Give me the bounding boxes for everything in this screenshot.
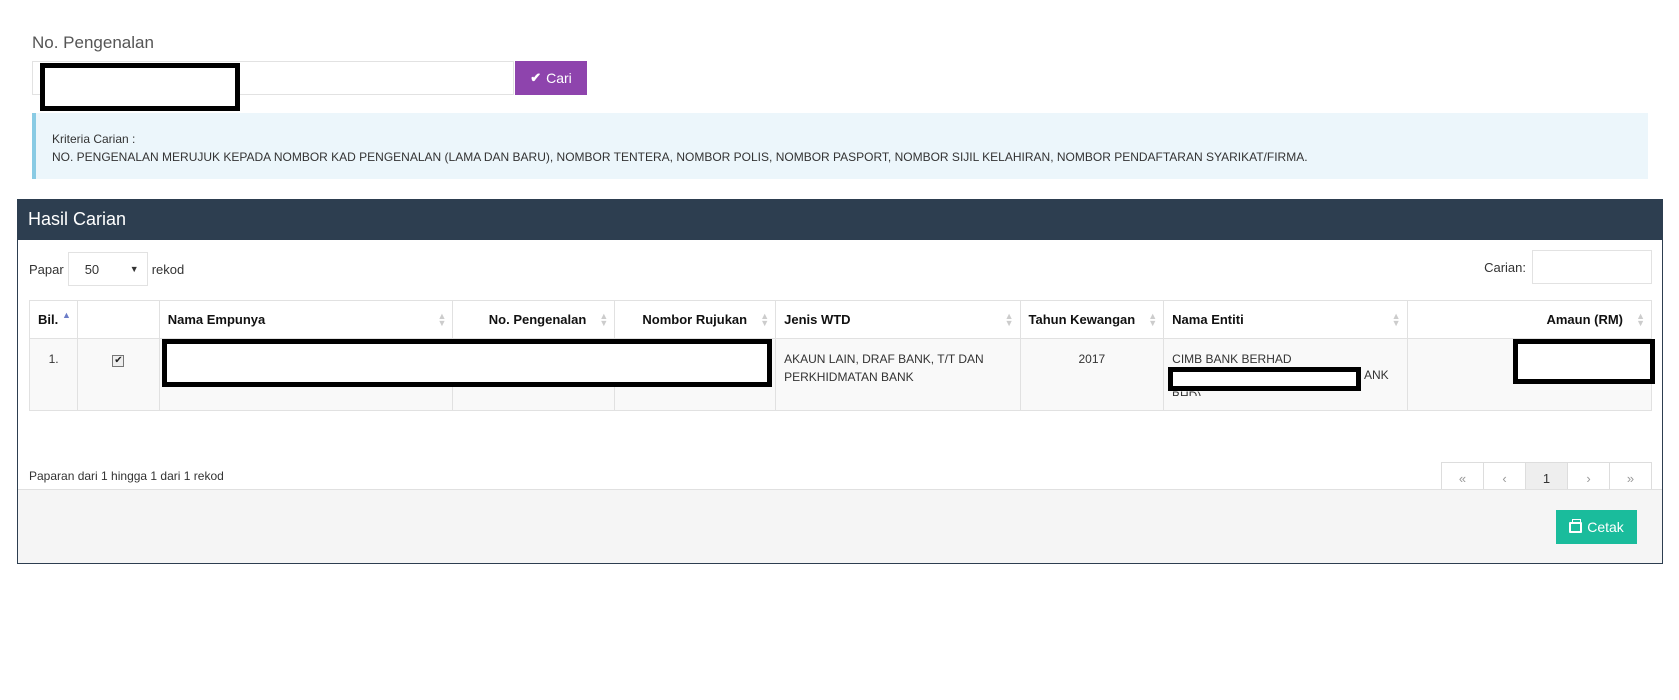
cell-bil: 1.	[28, 338, 79, 411]
col-jenis-wtd[interactable]: Jenis WTD ▲ ▼	[775, 300, 1021, 339]
cell-jenis-wtd: AKAUN LAIN, DRAF BANK, T/T DAN PERKHIDMA…	[775, 338, 1021, 411]
sort-icon: ▲ ▼	[1148, 311, 1158, 328]
panel-footer: Cetak	[18, 489, 1662, 563]
table-info: Paparan dari 1 hingga 1 dari 1 rekod	[29, 469, 224, 483]
sort-icon: ▲ ▼	[599, 311, 609, 328]
sort-icon: ▲ ▼	[437, 311, 447, 328]
cari-button[interactable]: ✔ Cari	[515, 61, 587, 95]
sort-icon: ▲ ▼	[760, 311, 770, 328]
print-icon	[1569, 518, 1583, 533]
panel-title: Hasil Carian	[18, 200, 1662, 240]
row-checkbox[interactable]: ✔	[112, 355, 125, 367]
cetak-button[interactable]: Cetak	[1556, 510, 1637, 544]
criteria-text: NO. PENGENALAN MERUJUK KEPADA NOMBOR KAD…	[52, 150, 1308, 164]
table-filter: Carian:	[1484, 250, 1652, 284]
entity-text-fragment: ANK	[1364, 368, 1389, 382]
filter-label: Carian:	[1484, 259, 1526, 275]
col-amaun[interactable]: Amaun (RM) ▲ ▼	[1406, 300, 1653, 339]
redaction-box	[1168, 367, 1361, 391]
filter-input[interactable]	[1532, 250, 1652, 284]
col-nombor-rujukan[interactable]: Nombor Rujukan ▲ ▼	[614, 300, 777, 339]
col-select	[77, 300, 160, 339]
check-icon: ✔	[530, 70, 542, 85]
cetak-button-label: Cetak	[1587, 519, 1624, 535]
page-length-control: Papar 50 ▼ rekod	[29, 252, 184, 286]
redaction-box	[1513, 339, 1655, 384]
col-nama-empunya[interactable]: Nama Empunya ▲ ▼	[158, 300, 454, 339]
col-tahun-kewangan[interactable]: Tahun Kewangan ▲ ▼	[1019, 300, 1165, 339]
search-label: No. Pengenalan	[32, 33, 154, 52]
redaction-box	[162, 339, 772, 387]
length-suffix: rekod	[151, 261, 185, 277]
sort-icon: ▲ ▼	[1391, 311, 1401, 328]
search-criteria-alert: Kriteria Carian : NO. PENGENALAN MERUJUK…	[32, 113, 1648, 179]
redaction-box	[40, 63, 240, 111]
sort-icon: ▲ ▼	[1004, 311, 1014, 328]
sort-asc-icon: ▲	[62, 310, 71, 320]
page-length-select[interactable]: 50 ▼	[67, 252, 148, 286]
col-bil[interactable]: Bil. ▲	[28, 300, 79, 339]
col-nama-entiti[interactable]: Nama Entiti ▲ ▼	[1163, 300, 1408, 339]
table-header-row: Bil. ▲ Nama Empunya ▲ ▼ No. Pengenalan ▲ ▼ No…	[28, 300, 1653, 339]
col-no-pengenalan[interactable]: No. Pengenalan ▲ ▼	[452, 300, 616, 339]
length-prefix: Papar	[29, 261, 64, 277]
cell-tahun-kewangan: 2017	[1019, 338, 1165, 411]
cari-button-label: Cari	[546, 70, 572, 86]
sort-icon: ▲ ▼	[1636, 311, 1645, 328]
cell-select: ✔	[77, 338, 160, 411]
page-length-value: 50	[84, 261, 100, 277]
criteria-title: Kriteria Carian :	[52, 132, 136, 146]
caret-down-icon: ▼	[129, 264, 139, 274]
